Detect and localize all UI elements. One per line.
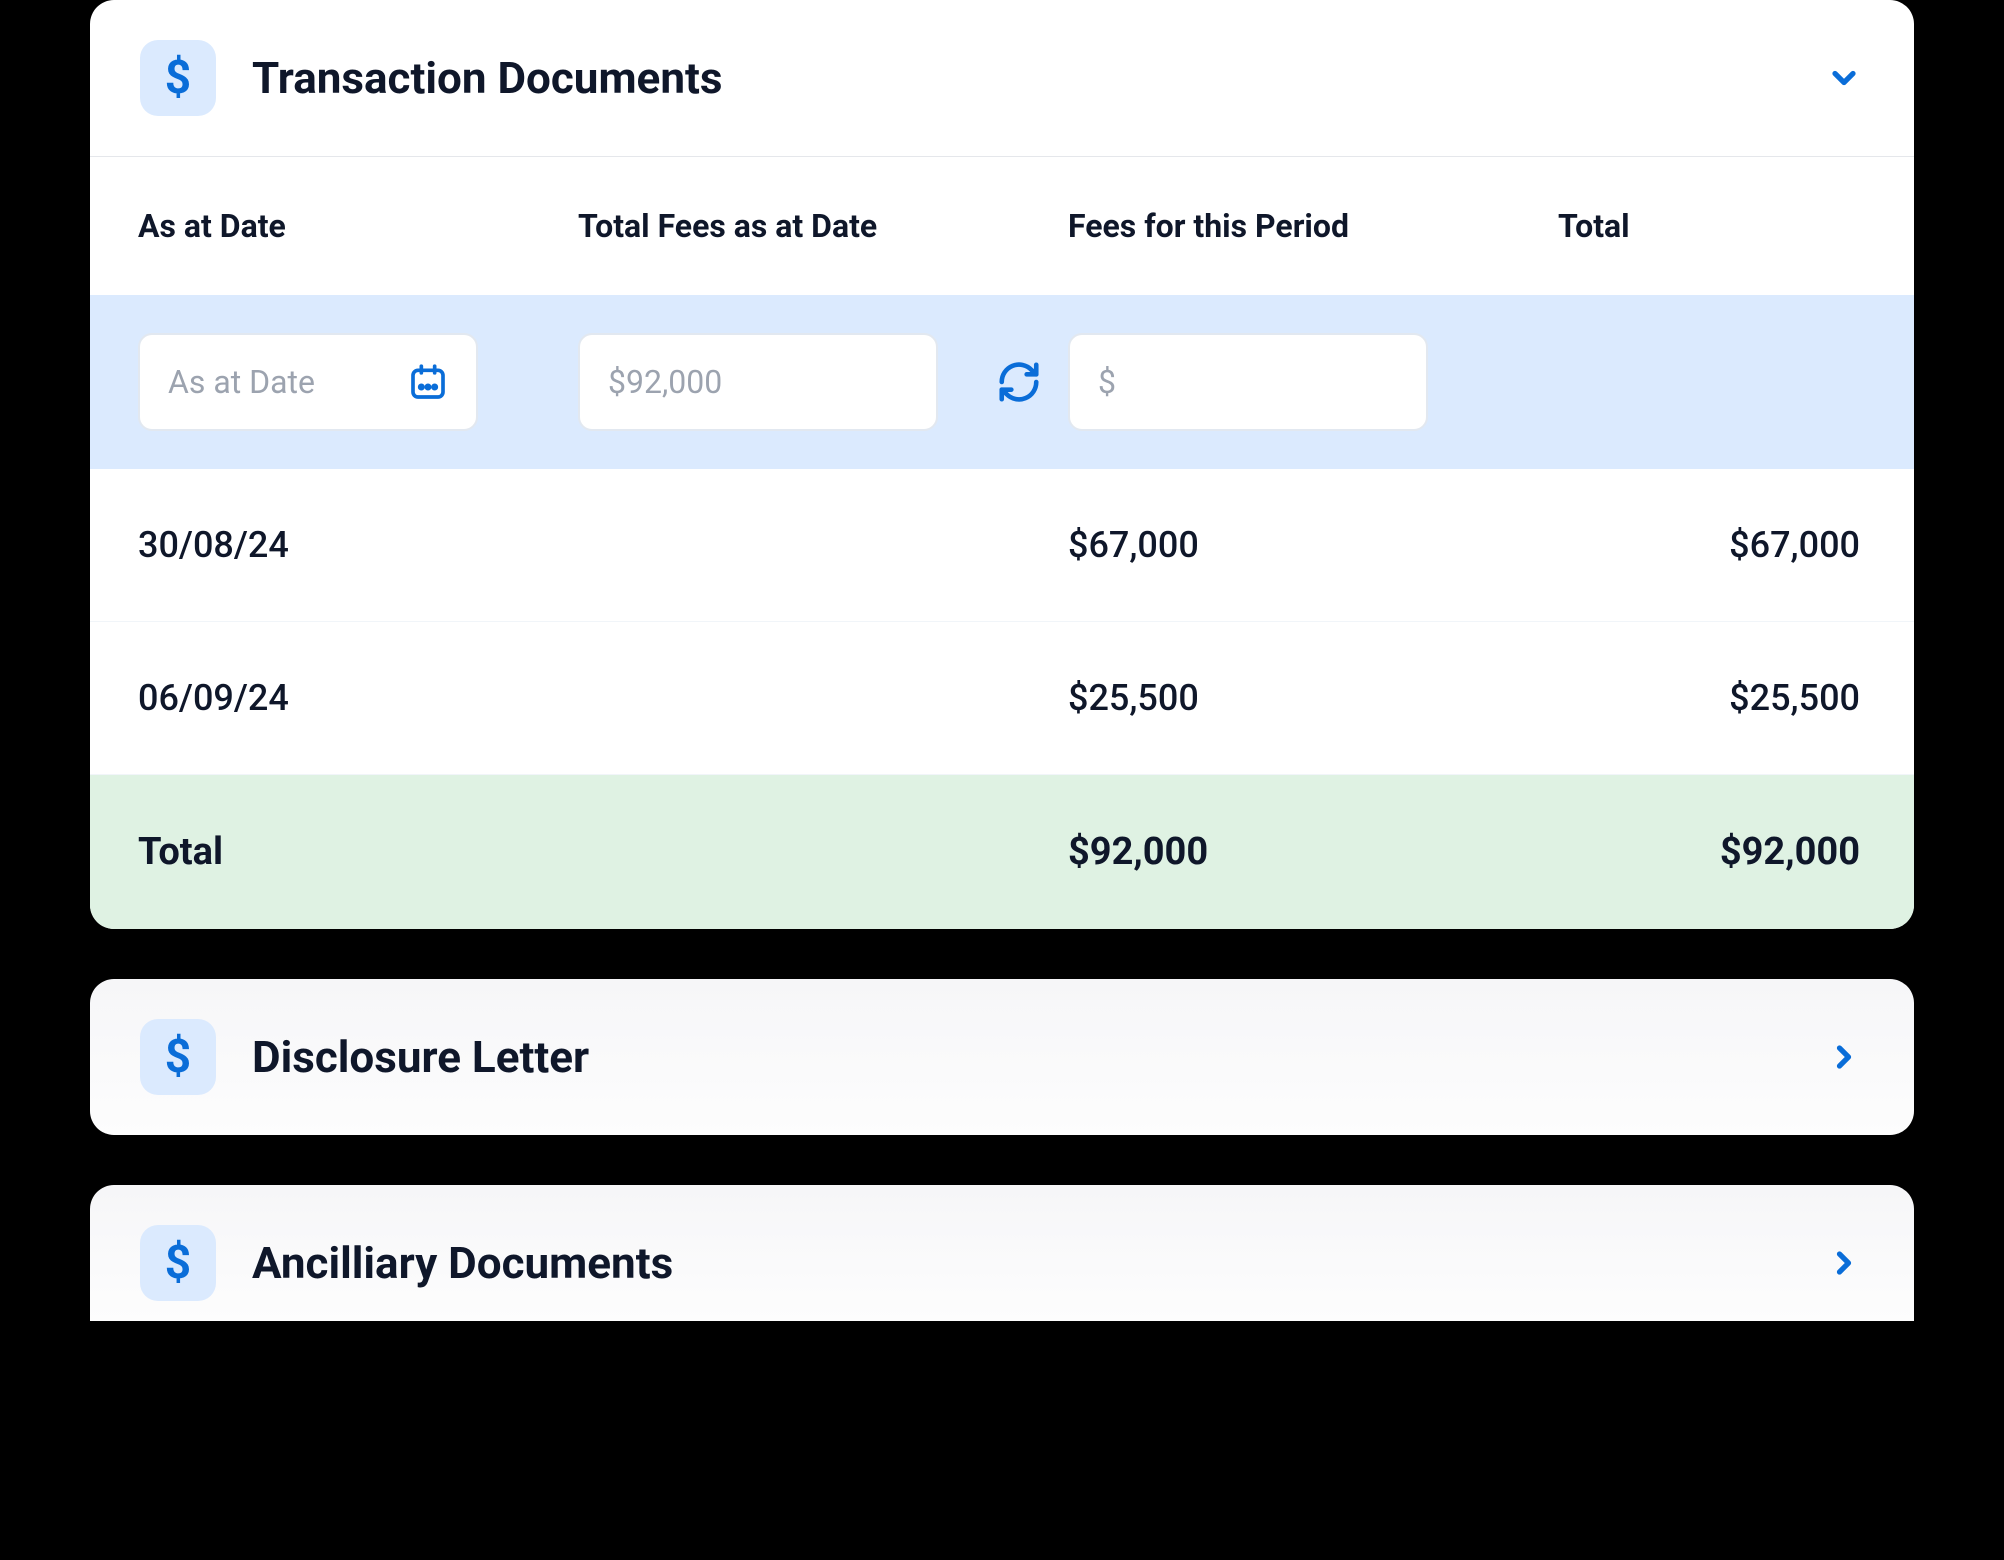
dollar-icon: $	[165, 1236, 191, 1290]
panel-title: Disclosure Letter	[252, 1031, 1824, 1083]
total-label: Total	[138, 830, 578, 874]
period-fee-value: $	[1098, 363, 1116, 401]
transaction-documents-header[interactable]: $ Transaction Documents	[90, 0, 1914, 157]
chevron-right-icon[interactable]	[1824, 1243, 1864, 1283]
chevron-down-icon[interactable]	[1824, 58, 1864, 98]
disclosure-letter-header[interactable]: $ Disclosure Letter	[90, 979, 1914, 1135]
disclosure-letter-panel: $ Disclosure Letter	[90, 979, 1914, 1135]
ancilliary-documents-panel: $ Ancilliary Documents	[90, 1185, 1914, 1321]
total-sum: $92,000	[1558, 830, 1864, 874]
input-row: As at Date $92,000	[90, 295, 1914, 469]
row-date: 30/08/24	[138, 524, 578, 566]
total-fees-input[interactable]: $92,000	[578, 333, 938, 431]
table-header-row: As at Date Total Fees as at Date Fees fo…	[90, 157, 1914, 295]
dollar-icon: $	[165, 51, 191, 105]
col-header-date: As at Date	[138, 207, 578, 245]
total-period-fee: $92,000	[1068, 830, 1558, 874]
dollar-icon: $	[165, 1030, 191, 1084]
dollar-badge: $	[140, 1019, 216, 1095]
row-date: 06/09/24	[138, 677, 578, 719]
row-total: $25,500	[1558, 677, 1864, 719]
table-row: 06/09/24 $25,500 $25,500	[90, 622, 1914, 775]
dollar-badge: $	[140, 40, 216, 116]
panel-title: Ancilliary Documents	[252, 1237, 1824, 1289]
panel-title: Transaction Documents	[252, 52, 1824, 104]
date-input[interactable]: As at Date	[138, 333, 478, 431]
table-row: 30/08/24 $67,000 $67,000	[90, 469, 1914, 622]
col-header-total: Total	[1558, 207, 1864, 245]
dollar-badge: $	[140, 1225, 216, 1301]
total-row: Total $92,000 $92,000	[90, 775, 1914, 929]
row-total: $67,000	[1558, 524, 1864, 566]
total-fees-value: $92,000	[608, 363, 722, 401]
ancilliary-documents-header[interactable]: $ Ancilliary Documents	[90, 1185, 1914, 1321]
chevron-right-icon[interactable]	[1824, 1037, 1864, 1077]
col-header-total-fees: Total Fees as at Date	[578, 207, 1068, 245]
refresh-icon[interactable]	[996, 359, 1042, 405]
calendar-icon	[408, 362, 448, 402]
period-fee-input[interactable]: $	[1068, 333, 1428, 431]
row-period-fee: $67,000	[1068, 524, 1558, 566]
transaction-documents-panel: $ Transaction Documents As at Date Total…	[90, 0, 1914, 929]
col-header-period-fees: Fees for this Period	[1068, 207, 1558, 245]
row-period-fee: $25,500	[1068, 677, 1558, 719]
date-input-placeholder: As at Date	[168, 363, 315, 401]
